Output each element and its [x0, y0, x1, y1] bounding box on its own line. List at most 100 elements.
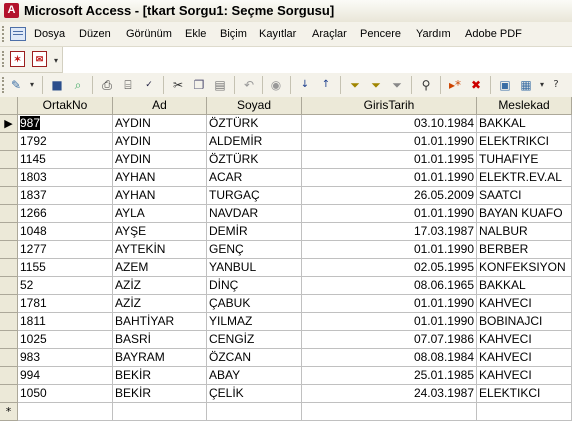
cell-meslekad[interactable]: BAKKAL — [477, 115, 572, 133]
view-dropdown-icon[interactable]: ▾ — [24, 77, 40, 93]
cell-ortakno[interactable]: 983 — [18, 349, 113, 367]
column-header-giristarih[interactable]: GirisTarih — [302, 97, 477, 115]
table-row[interactable]: 1811 BAHTİYAR YILMAZ 01.01.1990 BOBINAJCI — [0, 313, 572, 331]
spelling-icon[interactable]: ✓ — [141, 77, 157, 93]
menu-araclar[interactable]: Araçlar — [312, 28, 347, 40]
record-selector[interactable] — [0, 205, 18, 223]
record-selector[interactable] — [0, 169, 18, 187]
cell-meslekad[interactable]: ELEKTR.EV.AL — [477, 169, 572, 187]
cell-ortakno[interactable]: 1155 — [18, 259, 113, 277]
save-icon[interactable]: ■ — [49, 77, 65, 93]
cell-soyad[interactable]: CENGİZ — [207, 331, 302, 349]
cell-giristarih[interactable]: 01.01.1995 — [302, 151, 477, 169]
table-row[interactable]: 1025 BASRİ CENGİZ 07.07.1986 KAHVECI — [0, 331, 572, 349]
cell-ortakno[interactable]: 1145 — [18, 151, 113, 169]
record-selector[interactable] — [0, 385, 18, 403]
cell-meslekad[interactable]: ELEKTIKCI — [477, 385, 572, 403]
table-row[interactable]: 52 AZİZ DİNÇ 08.06.1965 BAKKAL — [0, 277, 572, 295]
cell-ad[interactable]: BAHTİYAR — [113, 313, 207, 331]
cell-ortakno[interactable]: 994 — [18, 367, 113, 385]
cell-meslekad[interactable]: BAKKAL — [477, 277, 572, 295]
menu-gorunum[interactable]: Görünüm — [126, 28, 172, 40]
table-row[interactable]: 1048 AYŞE DEMİR 17.03.1987 NALBUR — [0, 223, 572, 241]
column-header-soyad[interactable]: Soyad — [207, 97, 302, 115]
menu-ekle[interactable]: Ekle — [185, 28, 206, 40]
cell-ortakno[interactable]: 1803 — [18, 169, 113, 187]
cell-ad[interactable]: AYŞE — [113, 223, 207, 241]
menu-yardim[interactable]: Yardım — [416, 28, 451, 40]
record-selector[interactable] — [0, 331, 18, 349]
column-header-ad[interactable]: Ad — [113, 97, 207, 115]
cell-ad[interactable]: AYDIN — [113, 115, 207, 133]
cell-giristarih[interactable]: 08.06.1965 — [302, 277, 477, 295]
record-selector[interactable] — [0, 241, 18, 259]
cell-ortakno[interactable]: 1792 — [18, 133, 113, 151]
database-window-icon[interactable]: ▣ — [497, 77, 513, 93]
cell-soyad[interactable]: NAVDAR — [207, 205, 302, 223]
menu-duzen[interactable]: Düzen — [79, 28, 111, 40]
hyperlink-icon[interactable]: ◉ — [268, 77, 284, 93]
filter-by-form-icon[interactable]: ⏷ — [368, 77, 384, 93]
cell-ortakno[interactable]: 1050 — [18, 385, 113, 403]
cell-soyad[interactable]: ÇELİK — [207, 385, 302, 403]
record-selector[interactable] — [0, 187, 18, 205]
new-cell-giristarih[interactable] — [302, 403, 477, 421]
cell-ad[interactable]: BEKİR — [113, 367, 207, 385]
cell-giristarih[interactable]: 01.01.1990 — [302, 295, 477, 313]
cell-soyad[interactable]: ABAY — [207, 367, 302, 385]
access-app-icon[interactable]: A — [4, 3, 19, 18]
menu-adobe-pdf[interactable]: Adobe PDF — [465, 28, 522, 40]
cell-meslekad[interactable]: BOBINAJCI — [477, 313, 572, 331]
menu-bicim[interactable]: Biçim — [220, 28, 247, 40]
table-row[interactable]: 983 BAYRAM ÖZCAN 08.08.1984 KAHVECI — [0, 349, 572, 367]
cell-meslekad[interactable]: ELEKTRIKCI — [477, 133, 572, 151]
table-row[interactable]: 1837 AYHAN TURGAÇ 26.05.2009 SAATCI — [0, 187, 572, 205]
cell-soyad[interactable]: ACAR — [207, 169, 302, 187]
cell-giristarih[interactable]: 01.01.1990 — [302, 133, 477, 151]
cell-ortakno[interactable]: 1781 — [18, 295, 113, 313]
cell-giristarih[interactable]: 08.08.1984 — [302, 349, 477, 367]
record-selector[interactable] — [0, 277, 18, 295]
cell-giristarih[interactable]: 01.01.1990 — [302, 241, 477, 259]
record-selector[interactable] — [0, 223, 18, 241]
record-selector[interactable] — [0, 151, 18, 169]
help-icon[interactable]: ? — [548, 77, 564, 93]
cell-ortakno[interactable]: 987 — [18, 115, 113, 133]
cell-giristarih[interactable]: 01.01.1990 — [302, 205, 477, 223]
cell-ad[interactable]: AYDIN — [113, 151, 207, 169]
cell-ortakno[interactable]: 52 — [18, 277, 113, 295]
new-record-row[interactable]: * — [0, 403, 572, 421]
sort-ascending-icon[interactable]: ↓ — [297, 77, 313, 93]
cell-ortakno[interactable]: 1811 — [18, 313, 113, 331]
cell-meslekad[interactable]: KAHVECI — [477, 367, 572, 385]
cell-ad[interactable]: AYHAN — [113, 169, 207, 187]
table-row[interactable]: ▶ 987 AYDIN ÖZTÜRK 03.10.1984 BAKKAL — [0, 115, 572, 133]
undo-icon[interactable]: ↶ — [241, 77, 257, 93]
cell-ad[interactable]: BAYRAM — [113, 349, 207, 367]
new-cell-ortakno[interactable] — [18, 403, 113, 421]
cell-ad[interactable]: BEKİR — [113, 385, 207, 403]
cell-ad[interactable]: AYHAN — [113, 187, 207, 205]
record-selector[interactable] — [0, 259, 18, 277]
copy-icon[interactable]: ❐ — [191, 77, 207, 93]
cell-soyad[interactable]: YANBUL — [207, 259, 302, 277]
cell-meslekad[interactable]: BERBER — [477, 241, 572, 259]
record-selector[interactable] — [0, 349, 18, 367]
cell-ad[interactable]: AYLA — [113, 205, 207, 223]
paste-icon[interactable]: ▤ — [212, 77, 228, 93]
cut-icon[interactable]: ✂ — [170, 77, 186, 93]
cell-meslekad[interactable]: NALBUR — [477, 223, 572, 241]
cell-meslekad[interactable]: KAHVECI — [477, 295, 572, 313]
cell-giristarih[interactable]: 01.01.1990 — [302, 313, 477, 331]
pdf-email-icon[interactable]: ✉ — [32, 51, 47, 67]
cell-meslekad[interactable]: KAHVECI — [477, 349, 572, 367]
column-header-ortakno[interactable]: OrtakNo — [18, 97, 113, 115]
table-row[interactable]: 1792 AYDIN ALDEMİR 01.01.1990 ELEKTRIKCI — [0, 133, 572, 151]
column-header-meslekad[interactable]: Meslekad — [477, 97, 572, 115]
cell-soyad[interactable]: DEMİR — [207, 223, 302, 241]
cell-giristarih[interactable]: 02.05.1995 — [302, 259, 477, 277]
cell-soyad[interactable]: ÖZCAN — [207, 349, 302, 367]
cell-ortakno[interactable]: 1048 — [18, 223, 113, 241]
record-selector[interactable] — [0, 133, 18, 151]
cell-ad[interactable]: AZEM — [113, 259, 207, 277]
